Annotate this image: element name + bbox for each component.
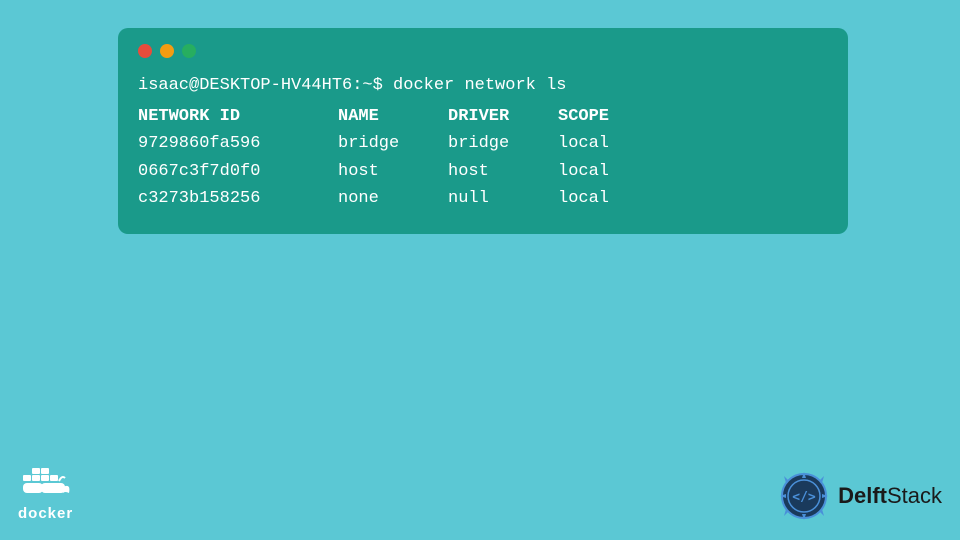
delft-regular: Stack xyxy=(887,483,942,508)
delft-bold: Delft xyxy=(838,483,887,508)
command-line: isaac@DESKTOP-HV44HT6:~$ docker network … xyxy=(138,72,828,99)
row3-driver: null xyxy=(448,185,558,212)
row2-driver: host xyxy=(448,158,558,185)
row1-name: bridge xyxy=(338,130,448,157)
delftstack-badge-icon: </> xyxy=(778,470,830,522)
row1-id: 9729860fa596 xyxy=(138,130,338,157)
delftstack-label: DelftStack xyxy=(838,483,942,509)
title-bar xyxy=(138,44,828,58)
row3-scope: local xyxy=(558,185,658,212)
table-row: 0667c3f7d0f0 host host local xyxy=(138,158,828,185)
close-dot xyxy=(138,44,152,58)
terminal-content: isaac@DESKTOP-HV44HT6:~$ docker network … xyxy=(138,72,828,212)
row2-scope: local xyxy=(558,158,658,185)
table-header: NETWORK ID NAME DRIVER SCOPE xyxy=(138,103,828,130)
header-scope: SCOPE xyxy=(558,103,658,130)
row3-name: none xyxy=(338,185,448,212)
docker-logo: docker xyxy=(18,463,73,522)
header-name: NAME xyxy=(338,103,448,130)
table-row: c3273b158256 none null local xyxy=(138,185,828,212)
row1-scope: local xyxy=(558,130,658,157)
svg-text:</>: </> xyxy=(792,490,816,505)
terminal-window: isaac@DESKTOP-HV44HT6:~$ docker network … xyxy=(118,28,848,234)
row1-driver: bridge xyxy=(448,130,558,157)
header-driver: DRIVER xyxy=(448,103,558,130)
row2-id: 0667c3f7d0f0 xyxy=(138,158,338,185)
row3-id: c3273b158256 xyxy=(138,185,338,212)
table-row: 9729860fa596 bridge bridge local xyxy=(138,130,828,157)
row2-name: host xyxy=(338,158,448,185)
delftstack-logo: </> DelftStack xyxy=(778,470,942,522)
docker-icon xyxy=(19,463,73,501)
header-network-id: NETWORK ID xyxy=(138,103,338,130)
maximize-dot xyxy=(182,44,196,58)
minimize-dot xyxy=(160,44,174,58)
docker-label: docker xyxy=(18,505,73,522)
